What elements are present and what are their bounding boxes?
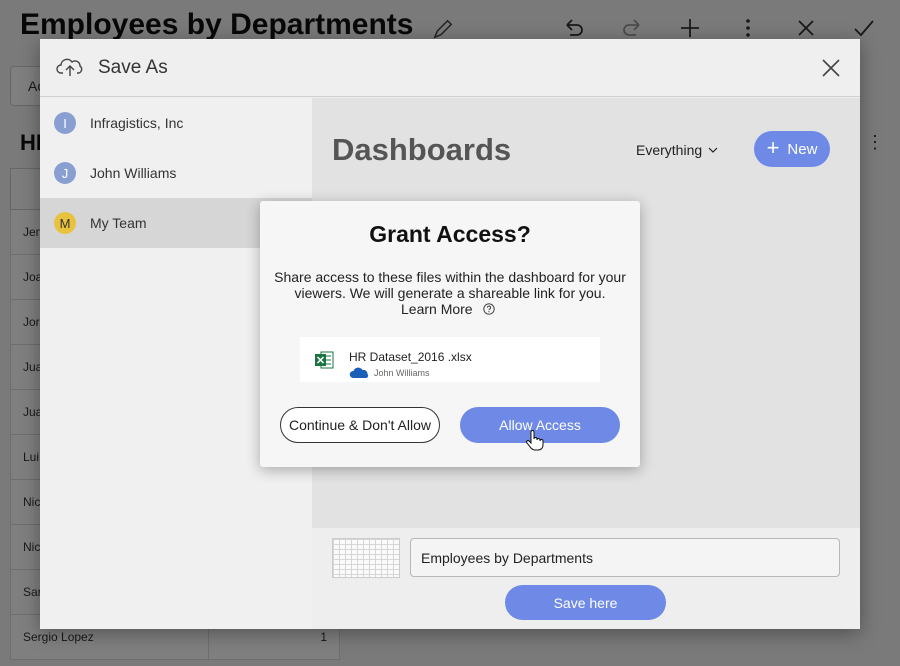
excel-icon (315, 351, 334, 369)
learn-more-link[interactable]: Learn More (401, 301, 495, 317)
sidebar-item-label: John Williams (90, 165, 177, 181)
new-folder-button[interactable]: + New (754, 131, 830, 167)
learn-more-label: Learn More (401, 301, 473, 317)
plus-icon: + (766, 135, 780, 160)
sidebar-item-label: My Team (90, 215, 147, 231)
sidebar-item-infragistics[interactable]: I Infragistics, Inc (40, 98, 312, 148)
save-footer: Save here (312, 528, 860, 629)
grant-access-dialog: Grant Access? Share access to these file… (260, 201, 640, 467)
file-owner: John Williams (374, 368, 430, 378)
avatar: J (54, 162, 76, 184)
grant-access-title: Grant Access? (369, 221, 531, 247)
file-card: HR Dataset_2016 .xlsx John Williams (300, 337, 600, 382)
new-button-label: New (787, 140, 818, 158)
dashboard-thumbnail (332, 538, 400, 578)
save-as-title: Save As (98, 57, 168, 78)
sidebar-item-label: Infragistics, Inc (90, 115, 184, 131)
continue-dont-allow-button[interactable]: Continue & Don't Allow (280, 407, 440, 443)
save-as-header: Save As (40, 39, 860, 97)
grant-access-message: Share access to these files within the d… (274, 269, 626, 301)
onedrive-icon (349, 367, 369, 378)
file-name: HR Dataset_2016 .xlsx (349, 350, 472, 364)
close-icon[interactable] (820, 57, 842, 79)
cloud-upload-icon (56, 58, 83, 76)
help-icon (482, 303, 495, 315)
filter-label: Everything (636, 142, 703, 158)
avatar: I (54, 112, 76, 134)
hand-cursor-icon (526, 430, 544, 451)
sidebar-item-john-williams[interactable]: J John Williams (40, 148, 312, 198)
chevron-down-icon (708, 147, 718, 153)
avatar: M (54, 212, 76, 234)
dashboard-name-input[interactable] (410, 538, 840, 577)
dashboards-title: Dashboards (332, 132, 512, 167)
save-here-button[interactable]: Save here (505, 585, 666, 620)
everything-filter-dropdown[interactable]: Everything (636, 142, 718, 158)
